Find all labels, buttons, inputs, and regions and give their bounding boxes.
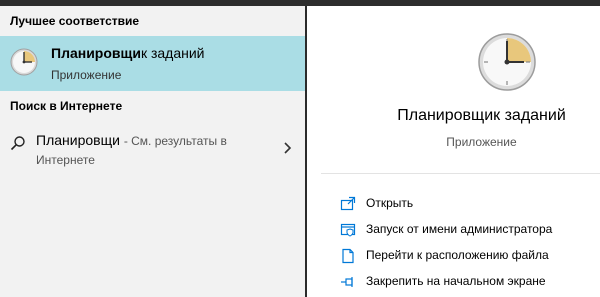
- web-search-item[interactable]: Планировщи - См. результаты в Интернете: [0, 125, 305, 175]
- action-pin-to-start[interactable]: Закрепить на начальном экране: [307, 269, 600, 295]
- app-type: Приложение: [446, 135, 517, 149]
- web-search-heading: Поиск в Интернете: [10, 99, 123, 113]
- divider: [321, 173, 600, 174]
- action-label: Открыть: [366, 196, 414, 210]
- shield-icon: [340, 223, 356, 237]
- best-match-name: Планировщик заданий: [51, 45, 205, 61]
- clock-icon: [10, 48, 38, 76]
- web-search-text: Планировщи - См. результаты в Интернете: [36, 131, 261, 169]
- search-icon: [10, 136, 25, 151]
- open-icon: [340, 196, 356, 211]
- pin-icon: [341, 277, 353, 287]
- clock-icon: [478, 33, 536, 91]
- details-panel: Планировщик заданий Приложение Открыть З…: [307, 6, 600, 297]
- chevron-right-icon[interactable]: [282, 141, 292, 155]
- action-open[interactable]: Открыть: [307, 191, 600, 217]
- action-run-as-admin[interactable]: Запуск от имени администратора: [307, 217, 600, 243]
- results-panel: Лучшее соответствие Планировщик заданий …: [0, 6, 305, 297]
- action-label: Закрепить на начальном экране: [366, 274, 546, 288]
- best-match-heading: Лучшее соответствие: [10, 14, 140, 28]
- app-name: Планировщик заданий: [397, 107, 566, 124]
- best-match-type: Приложение: [51, 68, 122, 82]
- file-location-icon: [342, 248, 354, 264]
- action-label: Запуск от имени администратора: [366, 222, 553, 236]
- best-match-item[interactable]: Планировщик заданий Приложение: [0, 36, 305, 91]
- action-label: Перейти к расположению файла: [366, 248, 549, 262]
- web-search-query: Планировщи: [36, 132, 120, 148]
- action-open-file-location[interactable]: Перейти к расположению файла: [307, 243, 600, 269]
